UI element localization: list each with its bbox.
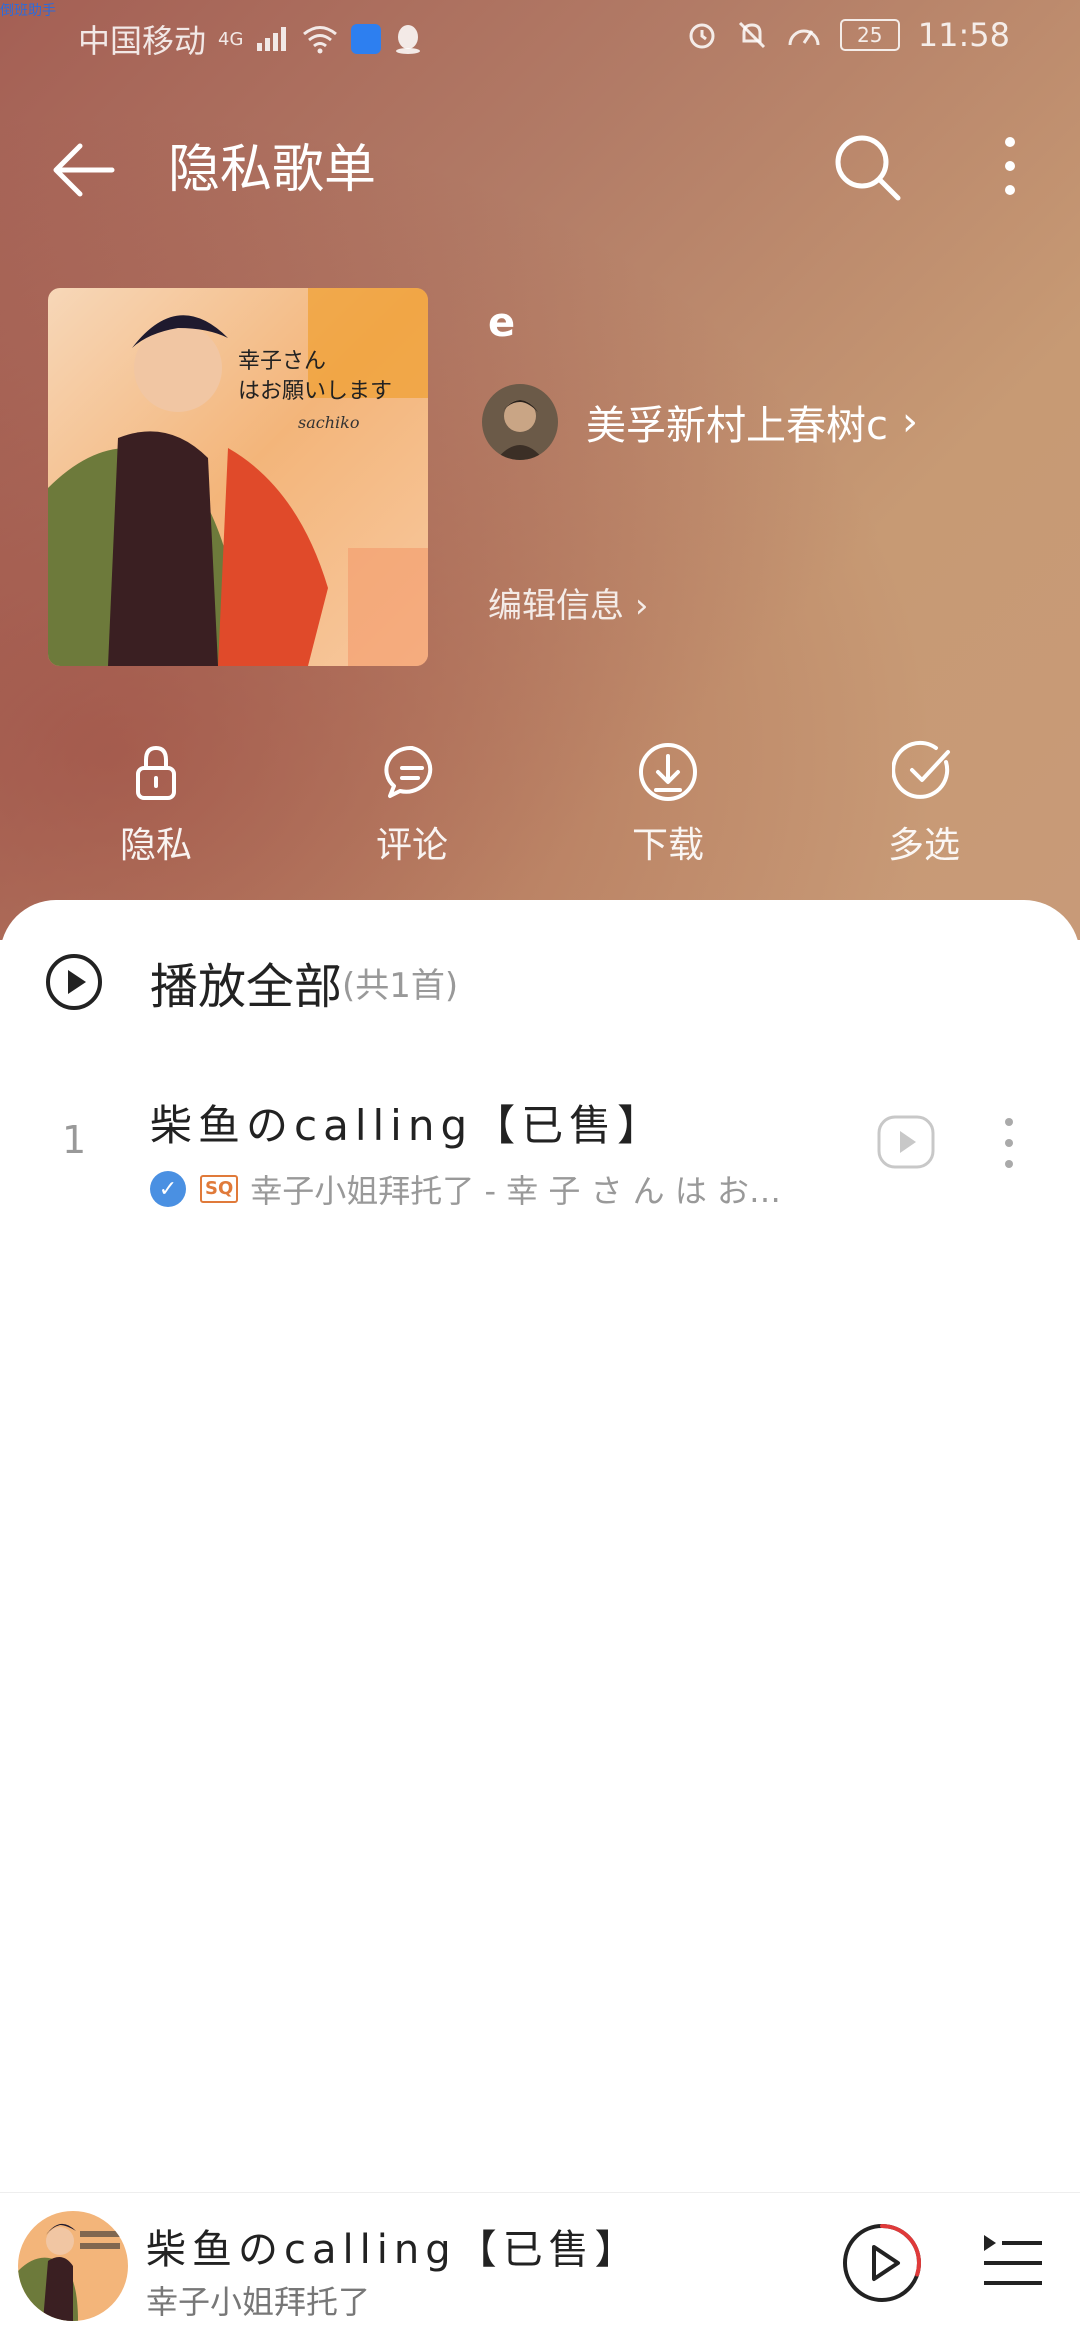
play-all-label: 播放全部 [150, 959, 343, 1015]
edit-info-label: 编辑信息 [488, 586, 624, 626]
top-bar: 隐私歌单 [0, 110, 1080, 230]
download-icon [639, 743, 697, 801]
creator-link[interactable]: 美孚新村上春树c › [482, 384, 918, 460]
page-title: 隐私歌单 [168, 140, 377, 200]
mute-bell-icon [738, 21, 765, 49]
play-pause-button[interactable] [840, 2221, 924, 2305]
comment-button[interactable]: 评论 [284, 730, 540, 880]
signal-icon [257, 27, 287, 51]
arrow-left-icon [53, 143, 115, 197]
song-subtitle-row: ✓ SQ 幸子小姐拜托了 - 幸 子 さ ん は お… [150, 1166, 810, 1212]
multi-select-button[interactable]: 多选 [796, 730, 1052, 880]
now-playing-cover[interactable] [18, 2211, 128, 2321]
play-box-icon [877, 1115, 935, 1169]
back-button[interactable] [46, 130, 126, 210]
play-progress-icon [843, 2224, 921, 2302]
action-row: 隐私 评论 下载 多选 [0, 730, 1080, 880]
sq-badge: SQ [200, 1175, 239, 1203]
comment-label: 评论 [375, 825, 448, 866]
more-options-button[interactable] [980, 126, 1040, 210]
cover-signature: sachiko [298, 413, 359, 432]
download-button[interactable]: 下载 [540, 730, 796, 880]
search-icon [835, 135, 901, 201]
more-vertical-icon [1005, 137, 1015, 195]
search-button[interactable] [826, 126, 910, 210]
qq-icon [396, 25, 421, 54]
comment-icon [384, 745, 433, 798]
wifi-icon [303, 26, 338, 54]
more-vertical-icon [1005, 1118, 1013, 1168]
status-bar: 倒班助手 中国移动 4G 25 11:58 [0, 0, 1080, 72]
playlist-cover[interactable]: 幸子さん はお願いします sachiko [48, 288, 428, 666]
now-playing-title: 柴鱼のcalling【已售】 [146, 2227, 641, 2273]
now-playing-bar[interactable]: 柴鱼のcalling【已售】 幸子小姐拜托了 [0, 2192, 1080, 2341]
song-more-button[interactable] [994, 1108, 1024, 1178]
multi-select-label: 多选 [887, 825, 960, 866]
corner-badge: 倒班助手 [0, 3, 56, 19]
cover-title-line2: はお願いします [238, 379, 392, 404]
privacy-button[interactable]: 隐私 [28, 730, 284, 880]
chevron-right-icon: › [902, 399, 918, 445]
playlist-queue-button[interactable] [980, 2229, 1046, 2295]
cover-artwork: 幸子さん はお願いします sachiko [48, 288, 428, 666]
carrier-label: 中国移动 [78, 22, 207, 60]
play-all-button[interactable]: 播放全部 (共1首) [44, 942, 1044, 1022]
chevron-right-icon: › [634, 586, 649, 626]
song-video-button[interactable] [876, 1112, 936, 1172]
speed-icon [788, 29, 820, 46]
song-title: 柴鱼のcalling【已售】 [150, 1101, 666, 1150]
clock: 11:58 [917, 16, 1010, 54]
play-circle-icon [46, 954, 102, 1010]
cover-title-line1: 幸子さん [238, 349, 326, 374]
song-list-panel: 播放全部 (共1首) 1 柴鱼のcalling【已售】 ✓ SQ 幸子小姐拜托了… [0, 900, 1080, 2192]
privacy-label: 隐私 [119, 825, 192, 866]
verified-check-icon: ✓ [150, 1171, 186, 1207]
song-index: 1 [62, 1118, 87, 1162]
alarm-icon [689, 23, 715, 49]
multi-select-icon [891, 740, 950, 799]
battery-indicator: 25 [839, 19, 900, 51]
song-subtitle: 幸子小姐拜托了 - 幸 子 さ ん は お… [250, 1172, 782, 1210]
creator-avatar [482, 384, 558, 460]
lock-icon [136, 745, 176, 800]
playlist-name: e [488, 300, 516, 346]
creator-name: 美孚新村上春树c [586, 403, 888, 449]
edit-info-button[interactable]: 编辑信息 › [488, 578, 648, 627]
network-label: 4G [218, 28, 244, 50]
queue-list-icon [984, 2235, 1042, 2285]
now-playing-artist: 幸子小姐拜托了 [146, 2283, 371, 2321]
song-row[interactable]: 1 柴鱼のcalling【已售】 ✓ SQ 幸子小姐拜托了 - 幸 子 さ ん … [0, 1072, 1080, 1222]
security-shield-icon [351, 24, 382, 54]
download-label: 下载 [631, 825, 704, 866]
song-count: (共1首) [342, 965, 459, 1006]
